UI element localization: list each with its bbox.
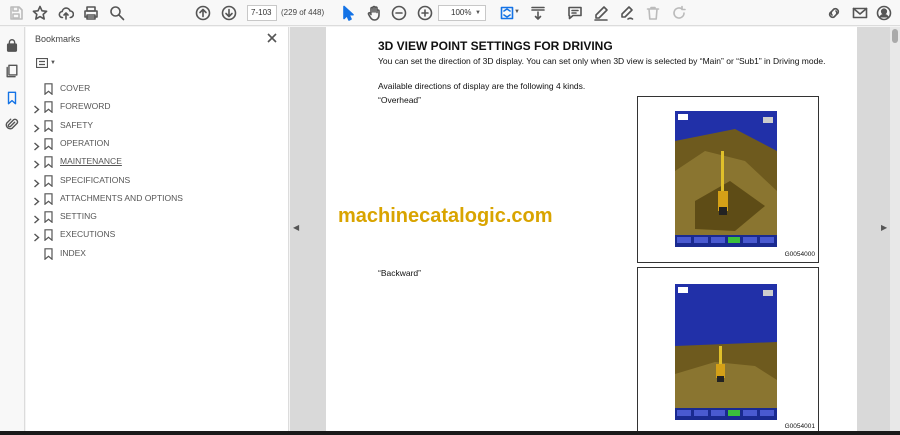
redo-icon[interactable] <box>669 3 689 23</box>
watermark-text: machinecatalogic.com <box>338 205 553 227</box>
expand-panel-arrow-icon[interactable]: ▶ <box>881 223 887 232</box>
bookmark-item-executions[interactable]: EXECUTIONS <box>26 225 289 243</box>
bookmark-icon <box>44 210 53 224</box>
bookmark-options-button[interactable]: ▼ <box>36 56 56 70</box>
main-toolbar: 7-103 (229 of 448) 100% ▼ ▼ <box>0 0 900 26</box>
bookmark-icon <box>44 247 53 261</box>
account-icon[interactable] <box>874 3 894 23</box>
bookmark-label: INDEX <box>60 247 86 258</box>
bookmark-label: FOREWORD <box>60 101 111 112</box>
overhead-label: “Overhead” <box>378 95 421 105</box>
bookmark-label: COVER <box>60 83 91 93</box>
vertical-scrollbar[interactable] <box>890 27 900 431</box>
chevron-down-icon[interactable]: ▼ <box>514 9 520 15</box>
chevron-right-icon[interactable] <box>33 120 41 133</box>
bookmark-item-maintenance[interactable]: MAINTENANCE <box>26 152 289 170</box>
bookmark-icon <box>44 228 53 242</box>
zoom-out-icon[interactable] <box>389 3 409 23</box>
bookmark-item-setting[interactable]: SETTING <box>26 207 289 225</box>
bookmark-label: SPECIFICATIONS <box>60 174 131 185</box>
panel-title: Bookmarks <box>35 34 81 44</box>
bookmark-icon <box>44 119 53 133</box>
list-options-icon <box>36 58 48 68</box>
taskbar-edge <box>0 431 900 435</box>
bookmark-item-safety[interactable]: SAFETY <box>26 116 289 134</box>
print-icon[interactable] <box>81 3 101 23</box>
select-cursor-icon[interactable] <box>338 3 358 23</box>
intro-paragraph: You can set the direction of 3D display.… <box>378 56 826 66</box>
bookmark-icon <box>44 100 53 114</box>
bookmark-item-cover[interactable]: COVER <box>26 79 289 97</box>
bookmark-item-index[interactable]: INDEX <box>26 244 289 262</box>
page-number-input[interactable]: 7-103 <box>247 5 277 21</box>
bookmarks-panel: Bookmarks ▼ COVER FOREWORD SAFETY OPERAT… <box>26 27 289 431</box>
backward-view-screenshot <box>675 284 777 420</box>
scrollbar-thumb[interactable] <box>892 29 898 43</box>
bookmark-icon <box>44 192 53 206</box>
chevron-down-icon: ▼ <box>50 60 56 66</box>
cloud-upload-icon[interactable] <box>56 3 76 23</box>
bookmark-icon <box>44 82 53 96</box>
bookmark-icon <box>44 137 53 151</box>
bookmark-icon <box>44 174 53 187</box>
chevron-right-icon[interactable] <box>33 101 41 114</box>
page-count: (229 of 448) <box>281 8 325 17</box>
comment-icon[interactable] <box>565 3 585 23</box>
bookmark-label: SETTING <box>60 211 97 222</box>
page-thumbnails-icon[interactable] <box>3 62 21 80</box>
bookmark-label: SAFETY <box>60 119 94 130</box>
bookmark-item-attachments[interactable]: ATTACHMENTS AND OPTIONS <box>26 189 289 207</box>
bookmark-item-specifications[interactable]: SPECIFICATIONS <box>26 171 289 189</box>
previous-page-icon[interactable] <box>193 3 213 23</box>
pdf-page: 3D VIEW POINT SETTINGS FOR DRIVING You c… <box>326 27 857 431</box>
bookmark-item-foreword[interactable]: FOREWORD <box>26 97 289 115</box>
bookmark-panel-icon[interactable] <box>3 89 21 107</box>
zoom-select[interactable]: 100% ▼ <box>438 5 486 21</box>
delete-icon[interactable] <box>643 3 663 23</box>
chevron-right-icon[interactable] <box>33 175 41 188</box>
chevron-right-icon[interactable] <box>33 193 41 206</box>
bookmark-label: OPERATION <box>60 137 110 148</box>
chevron-down-icon: ▼ <box>475 10 481 16</box>
lock-icon[interactable] <box>3 36 21 54</box>
edit-link-icon[interactable] <box>824 3 844 23</box>
bookmark-icon <box>44 155 53 169</box>
chevron-right-icon[interactable] <box>33 229 41 242</box>
bookmark-label: ATTACHMENTS AND OPTIONS <box>60 192 183 203</box>
highlight-pen-icon[interactable] <box>591 3 611 23</box>
zoom-in-icon[interactable] <box>415 3 435 23</box>
attachment-icon[interactable] <box>3 115 21 133</box>
section-heading: 3D VIEW POINT SETTINGS FOR DRIVING <box>378 39 613 53</box>
chevron-right-icon[interactable] <box>33 138 41 151</box>
figure-code: G0054001 <box>784 423 815 430</box>
figure-code: G0054000 <box>784 251 815 258</box>
star-icon[interactable] <box>30 3 50 23</box>
figure-backward: G0054001 <box>637 267 819 431</box>
next-page-icon[interactable] <box>219 3 239 23</box>
directions-paragraph: Available directions of display are the … <box>378 81 586 91</box>
mail-icon[interactable] <box>850 3 870 23</box>
bookmark-label: MAINTENANCE <box>60 156 122 167</box>
draw-signature-icon[interactable] <box>617 3 637 23</box>
collapse-panel-arrow-icon[interactable]: ◀ <box>293 223 299 232</box>
scroll-mode-icon[interactable] <box>528 3 548 23</box>
hand-tool-icon[interactable] <box>364 3 384 23</box>
chevron-right-icon[interactable] <box>33 156 41 169</box>
overhead-view-screenshot <box>675 111 777 247</box>
close-icon[interactable] <box>266 31 280 45</box>
chevron-right-icon[interactable] <box>33 211 41 224</box>
bookmark-item-operation[interactable]: OPERATION <box>26 134 289 152</box>
backward-label: “Backward” <box>378 268 421 278</box>
left-rail <box>0 27 25 431</box>
figure-overhead: G0054000 <box>637 96 819 263</box>
document-viewer[interactable]: ◀ ▶ 3D VIEW POINT SETTINGS FOR DRIVING Y… <box>290 27 900 431</box>
bookmark-label: EXECUTIONS <box>60 229 116 240</box>
save-icon[interactable] <box>6 3 26 23</box>
zoom-value: 100% <box>451 8 472 17</box>
find-icon[interactable] <box>107 3 127 23</box>
